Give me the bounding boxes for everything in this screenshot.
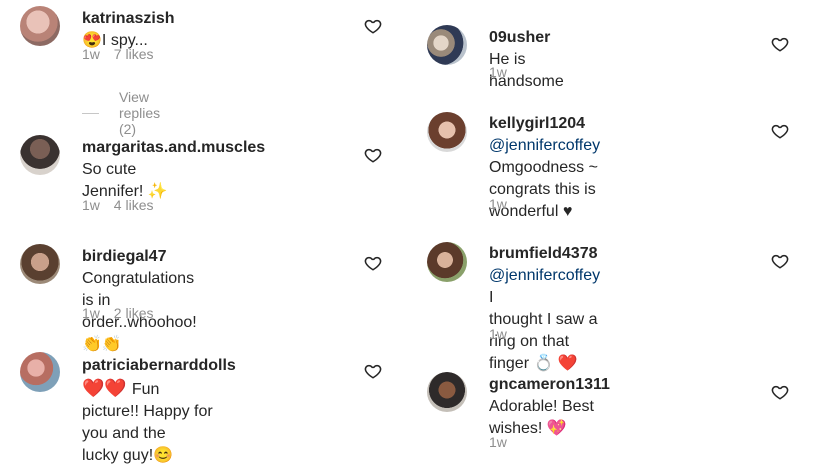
avatar[interactable] xyxy=(20,6,60,46)
like-button[interactable] xyxy=(771,383,789,401)
comment-body: Fun xyxy=(131,381,160,398)
username[interactable]: margaritas.and.muscles xyxy=(82,139,265,156)
comment-text: brumfield4378 @jennifercoffey I thought … xyxy=(489,243,600,375)
like-button[interactable] xyxy=(364,146,382,164)
comment-text: patriciabernarddolls ❤️❤️ Fun picture!! … xyxy=(82,353,236,467)
avatar[interactable] xyxy=(427,372,467,412)
heart-outline-icon xyxy=(771,254,789,269)
avatar[interactable] xyxy=(20,352,60,392)
smiling-face-emoji: 😊 xyxy=(153,447,174,464)
mention-link[interactable]: @jennifercoffey xyxy=(489,137,600,154)
avatar[interactable] xyxy=(427,25,467,65)
like-button[interactable] xyxy=(364,17,382,35)
heart-outline-icon xyxy=(771,37,789,52)
black-heart-emoji: ♥ xyxy=(562,203,573,220)
view-replies-button[interactable]: View replies (2) xyxy=(82,89,173,137)
username[interactable]: kellygirl1204 xyxy=(489,115,585,132)
comment-text: gncameron1311 Adorable! Best wishes! 💖 xyxy=(489,374,610,440)
username[interactable]: katrinaszish xyxy=(82,10,174,27)
avatar[interactable] xyxy=(20,135,60,175)
comment-text: margaritas.and.muscles So cute Jennifer!… xyxy=(82,137,265,203)
avatar[interactable] xyxy=(427,112,467,152)
comment-body: I xyxy=(489,289,494,306)
heart-outline-icon xyxy=(364,148,382,163)
likes-count[interactable]: 4 likes xyxy=(114,197,154,213)
username[interactable]: birdiegal47 xyxy=(82,248,166,265)
heart-outline-icon xyxy=(364,364,382,379)
like-button[interactable] xyxy=(771,122,789,140)
like-button[interactable] xyxy=(771,35,789,53)
comment-text: birdiegal47 Congratulations is in order.… xyxy=(82,246,197,356)
timestamp[interactable]: 1w xyxy=(489,196,507,212)
avatar[interactable] xyxy=(20,244,60,284)
likes-count[interactable]: 2 likes xyxy=(114,305,154,321)
comment-body: So cute xyxy=(82,161,137,178)
comment-body: Omgoodness ~ congrats this is xyxy=(489,159,598,198)
username[interactable]: 09usher xyxy=(489,29,550,46)
timestamp[interactable]: 1w xyxy=(82,197,100,213)
clapping-hands-emoji: 👏👏 xyxy=(82,336,122,353)
mention-link[interactable]: @jennifercoffey xyxy=(489,267,600,284)
username[interactable]: patriciabernarddolls xyxy=(82,357,236,374)
comment-body: finger xyxy=(489,355,534,372)
timestamp[interactable]: 1w xyxy=(82,305,100,321)
like-button[interactable] xyxy=(364,362,382,380)
divider xyxy=(82,112,99,114)
heart-outline-icon xyxy=(771,385,789,400)
comment-body: lucky guy! xyxy=(82,447,154,464)
likes-count[interactable]: 7 likes xyxy=(114,46,154,62)
heart-outline-icon xyxy=(771,124,789,139)
timestamp[interactable]: 1w xyxy=(82,46,100,62)
comment-meta: 1w 4 likes xyxy=(82,197,153,213)
ring-and-heart-emoji: 💍 ❤️ xyxy=(533,355,578,372)
timestamp[interactable]: 1w xyxy=(489,326,507,342)
red-hearts-emoji: ❤️❤️ xyxy=(82,378,132,398)
sparkling-heart-emoji: 💖 xyxy=(546,420,567,437)
comment-meta: 1w 2 likes xyxy=(82,305,153,321)
heart-outline-icon xyxy=(364,19,382,34)
comment-body: Adorable! Best xyxy=(489,398,594,415)
comment-meta: 1w 7 likes xyxy=(82,46,153,62)
comment-meta: 1w xyxy=(489,196,507,212)
comment-meta: 1w xyxy=(489,434,507,450)
comment-body: picture!! Happy for you and the xyxy=(82,403,213,442)
like-button[interactable] xyxy=(771,252,789,270)
comment-meta: 1w xyxy=(489,64,507,80)
avatar[interactable] xyxy=(427,242,467,282)
view-replies-label: View replies (2) xyxy=(118,89,161,137)
username[interactable]: brumfield4378 xyxy=(489,245,597,262)
like-button[interactable] xyxy=(364,254,382,272)
comment-meta: 1w xyxy=(489,326,507,342)
comment-text: 09usher He is handsome xyxy=(489,27,564,93)
timestamp[interactable]: 1w xyxy=(489,64,507,80)
timestamp[interactable]: 1w xyxy=(489,434,507,450)
username[interactable]: gncameron1311 xyxy=(489,376,610,393)
heart-outline-icon xyxy=(364,256,382,271)
comment-body: Congratulations is in xyxy=(82,270,195,309)
